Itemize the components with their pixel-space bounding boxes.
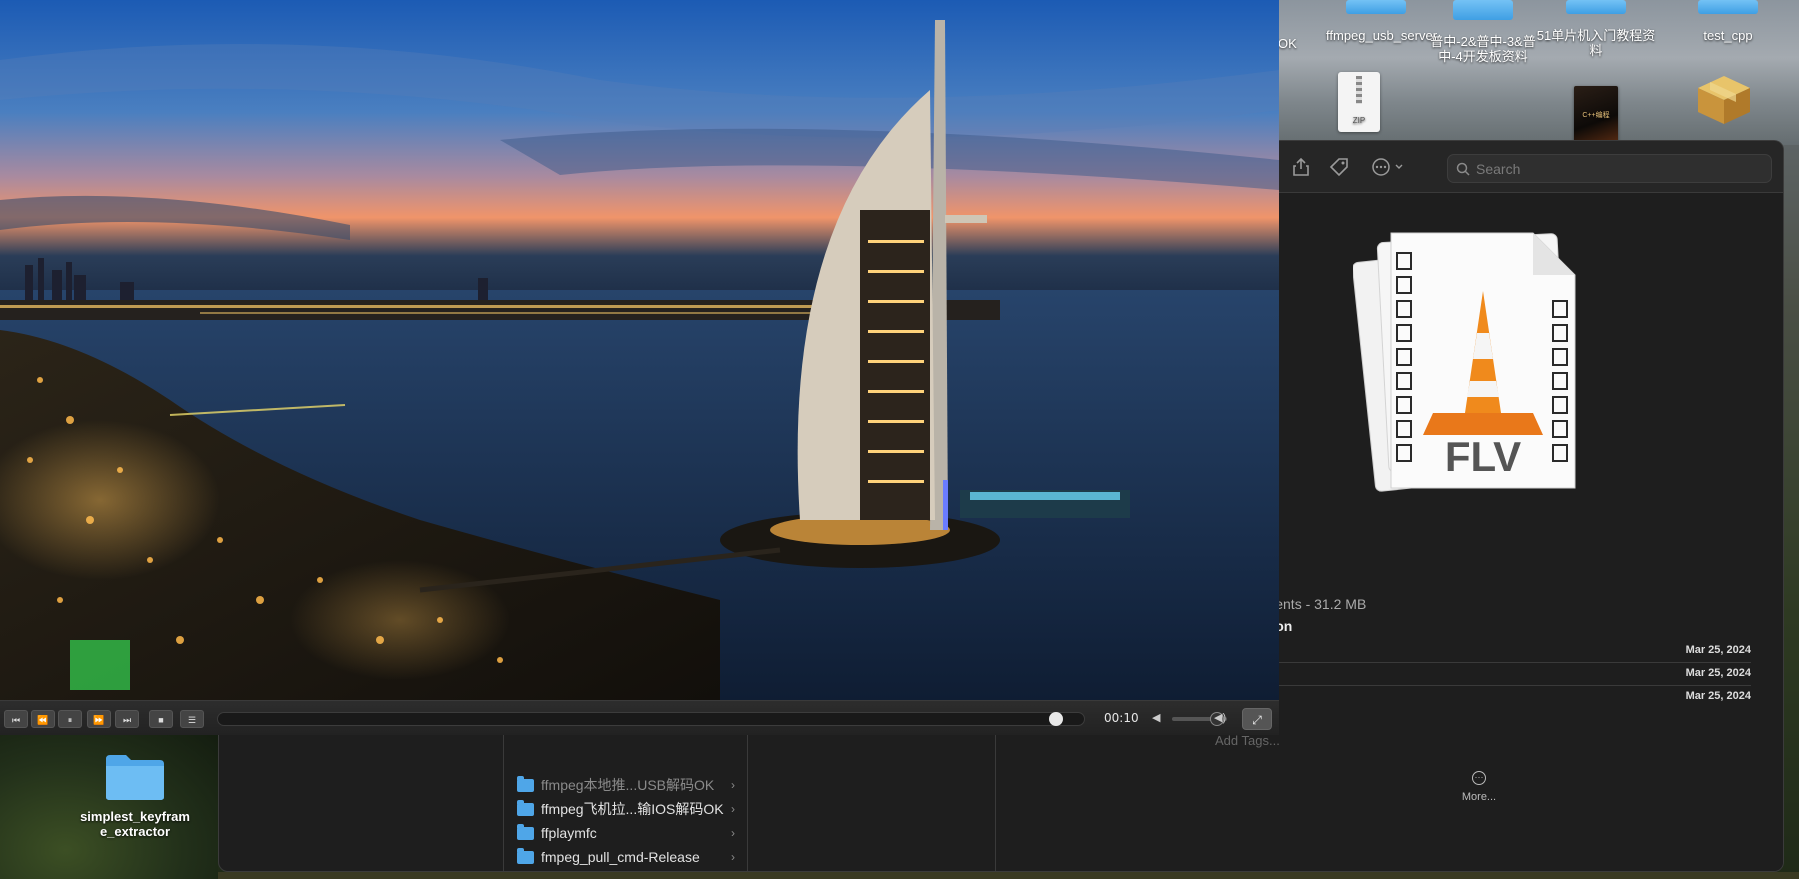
search-icon [1456,162,1470,176]
more-icon: ··· [1472,771,1486,785]
folder-icon [517,847,534,864]
volume-low-icon[interactable]: ◀ [1152,711,1160,724]
desktop-bottom-area: simplest_keyframe_extractor [0,735,218,879]
action-menu-icon[interactable] [1371,157,1407,181]
info-value: Mar 25, 2024 [1685,667,1751,679]
package-icon [1698,76,1750,124]
rewind-button[interactable]: ⏪ [31,710,55,728]
zip-icon: ZIP [1338,72,1380,132]
desktop-folder-label: simplest_keyframe_extractor [80,809,190,839]
video-frame[interactable] [0,0,1279,700]
list-item[interactable]: ffmpeg本地推...USB解码OK › [503,773,747,797]
desktop-strip [218,872,1799,879]
folder-icon [517,823,534,840]
next-button[interactable]: ⏭ [115,710,139,728]
folder-icon [1566,0,1626,14]
volume-high-icon[interactable]: ◀) [1214,711,1226,724]
search-field[interactable] [1447,154,1772,183]
folder-icon [106,755,164,800]
more-button[interactable]: ··· More... [1449,771,1509,803]
folder-icon [517,775,534,792]
previous-button[interactable]: ⏮ [4,710,28,728]
book-cover-text: C++编程 [1582,112,1610,119]
desktop-top-area: OK ffmpeg_usb_server 普中-2&普中-3&普中-4开发板资料… [1278,0,1799,145]
flv-badge: FLV [1445,433,1521,480]
desktop-folder-simplest-keyframe[interactable]: simplest_keyframe_extractor [70,751,200,839]
desktop-folder-test-cpp[interactable]: test_cpp [1678,0,1778,43]
folder-icon [517,799,534,816]
desktop-package-file[interactable] [1696,74,1752,129]
desktop-folder-label: test_cpp [1703,28,1753,43]
folder-list: ffmpeg本地推...USB解码OK › ffmpeg飞机拉...输IOS解码… [503,773,747,871]
list-item-label: fmpeg_pull_cmd-Release [541,849,700,865]
chevron-right-icon: › [731,826,735,840]
chevron-right-icon: › [731,802,735,816]
chevron-right-icon: › [731,850,735,864]
folder-icon [1698,0,1758,14]
list-item-label: ffmpeg飞机拉...输IOS解码OK [541,801,724,817]
seek-knob[interactable] [1048,712,1063,726]
add-tags-field[interactable]: Add Tags... [1215,733,1280,748]
time-display: 00:10 [1104,711,1139,725]
info-value: Mar 25, 2024 [1685,644,1751,656]
desktop-folder-label: 普中-2&普中-3&普中-4开发板资料 [1430,34,1536,64]
desktop-folder-label: ffmpeg_usb_server [1326,28,1438,43]
playback-controls: ⏮ ⏪ ⏸ ⏩ ⏭ ■ ☰ 00:10 ◀ ◀) ⤢ [0,700,1279,735]
fullscreen-button[interactable]: ⤢ [1242,708,1272,730]
chevron-right-icon: › [731,778,735,792]
desktop-folder-ffmpeg-usb-server[interactable]: ffmpeg_usb_server [1326,0,1438,43]
list-item[interactable]: h264_analysis › [503,869,747,871]
desktop-folder-label: 51单片机入门教程资料 [1536,28,1656,58]
search-input[interactable] [1476,160,1756,177]
folder-icon [1346,0,1406,14]
pause-button[interactable]: ⏸ [58,710,82,728]
preview-pane: FLV tems ocuments - 31.2 MB rmation ed M… [1215,193,1783,871]
zip-label: ZIP [1352,116,1366,125]
list-item[interactable]: fmpeg_pull_cmd-Release › [503,845,747,869]
stop-button[interactable]: ■ [149,710,173,728]
info-row-created: ed Mar 25, 2024 [1241,640,1751,663]
list-item-label: ffmpeg本地推...USB解码OK [541,777,715,793]
list-item-label: ffplaymfc [541,825,597,841]
share-icon[interactable] [1292,157,1310,181]
desktop-book-file[interactable]: C++编程 [1574,86,1618,144]
info-row-modified: ified Mar 25, 2024 [1241,663,1751,686]
playlist-button[interactable]: ☰ [180,710,204,728]
tag-icon[interactable] [1329,157,1349,181]
desktop-folder-puzhong[interactable]: 普中-2&普中-3&普中-4开发板资料 [1428,0,1538,64]
info-value: Mar 25, 2024 [1685,690,1751,702]
forward-button[interactable]: ⏩ [87,710,111,728]
video-player-window: ⏮ ⏪ ⏸ ⏩ ⏭ ■ ☰ 00:10 ◀ ◀) ⤢ [0,0,1279,735]
seek-bar[interactable] [217,712,1085,726]
list-item[interactable]: ffmpeg飞机拉...输IOS解码OK › [503,797,747,821]
desktop-label-fragment: OK [1278,36,1297,51]
flv-file-icon: FLV [1353,232,1576,492]
book-icon: C++编程 [1574,86,1618,144]
info-row-opened: pened Mar 25, 2024 [1241,686,1751,709]
more-label: More... [1461,791,1497,803]
desktop-folder-51mcu[interactable]: 51单片机入门教程资料 [1536,0,1656,58]
folder-icon [1453,0,1513,20]
list-item[interactable]: ffplaymfc › [503,821,747,845]
desktop-zip-file[interactable]: ZIP [1338,72,1380,132]
